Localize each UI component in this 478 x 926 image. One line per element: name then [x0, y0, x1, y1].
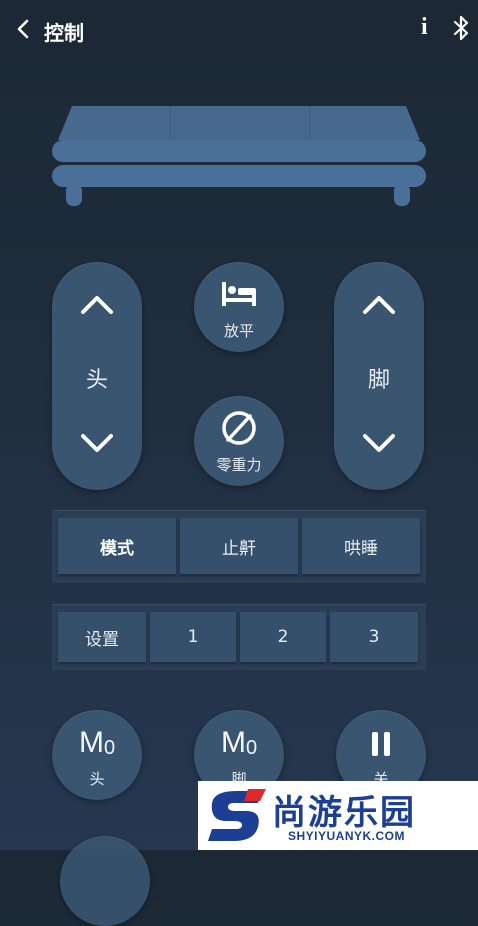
pause-icon: [372, 732, 390, 756]
foot-label: 脚: [367, 368, 390, 393]
tab-lull-sleep[interactable]: 哄睡: [302, 518, 420, 574]
preset-settings-button[interactable]: 设置: [58, 612, 146, 662]
foot-down-button[interactable]: [360, 424, 398, 462]
watermark: 尚游乐园 SHYIYUANYK.COM: [198, 781, 478, 850]
mode-tabs-panel: 模式 止鼾 哄睡: [52, 510, 426, 583]
info-button[interactable]: i: [421, 14, 428, 41]
head-up-button[interactable]: [78, 286, 116, 324]
preset-2-button[interactable]: 2: [240, 612, 326, 662]
zero-gravity-label: 零重力: [216, 456, 262, 474]
flat-button[interactable]: 放平: [194, 262, 284, 352]
memory-foot-index: 0: [245, 737, 258, 759]
head-label: 头: [85, 368, 108, 393]
memory-head-index: 0: [103, 737, 116, 759]
watermark-text: 尚游乐园: [272, 793, 416, 833]
watermark-url: SHYIYUANYK.COM: [288, 829, 406, 843]
memory-head-code: M0: [52, 726, 142, 760]
preset-3-button[interactable]: 3: [330, 612, 418, 662]
tab-mode[interactable]: 模式: [58, 518, 176, 574]
zero-gravity-icon: [222, 411, 256, 445]
tab-anti-snore[interactable]: 止鼾: [180, 518, 298, 574]
memory-head-button[interactable]: M0 头: [52, 710, 142, 800]
memory-foot-code: M0: [194, 726, 284, 760]
flat-label: 放平: [223, 322, 254, 340]
foot-control: 脚: [334, 262, 424, 490]
chevron-left-icon: [17, 19, 29, 39]
bed-illustration: [52, 106, 426, 206]
head-down-button[interactable]: [78, 424, 116, 462]
memory-head-label: 头: [89, 770, 105, 788]
bed-icon: [222, 282, 256, 306]
zero-gravity-button[interactable]: 零重力: [194, 396, 284, 486]
back-button[interactable]: [16, 18, 36, 42]
bluetooth-button[interactable]: [451, 14, 473, 42]
head-control: 头: [52, 262, 142, 490]
watermark-logo-icon: [208, 789, 266, 841]
foot-up-button[interactable]: [360, 286, 398, 324]
preset-panel: 设置 1 2 3: [52, 604, 426, 670]
bluetooth-icon: [453, 15, 469, 41]
memory-head-letter: M: [78, 726, 104, 759]
memory-foot-letter: M: [220, 726, 246, 759]
page-title: 控制: [44, 21, 84, 45]
preset-1-button[interactable]: 1: [150, 612, 236, 662]
